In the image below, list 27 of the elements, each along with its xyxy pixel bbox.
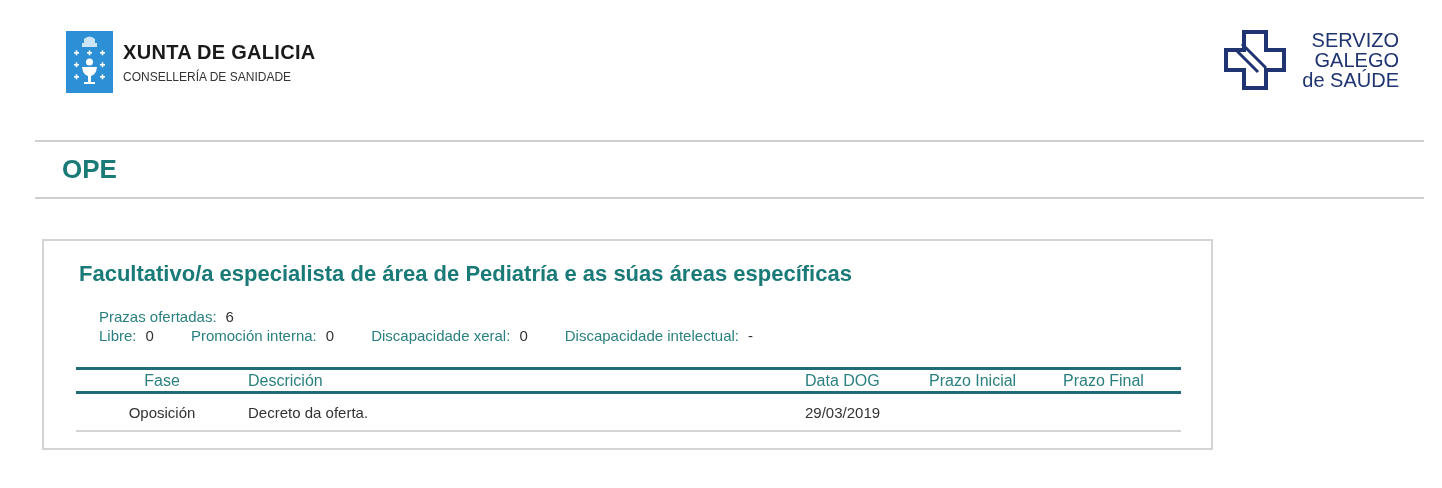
logo-subtitle: CONSELLERÍA DE SANIDADE [123, 69, 293, 84]
coat-of-arms-logo [66, 31, 113, 93]
logo-title: XUNTA DE GALICIA [123, 40, 316, 64]
column-header: Descrición [248, 371, 324, 390]
stat-value: 6 [225, 308, 234, 325]
stat-value: 0 [325, 327, 335, 344]
stat-value: 0 [519, 327, 528, 344]
logo-text: SERVIZO [1311, 30, 1399, 50]
stat-label: Prazas ofertadas: [99, 308, 217, 325]
cross-logo [1224, 30, 1287, 90]
column-header: Prazo Final [1063, 371, 1145, 390]
stat-label: Discapacidade intelectual: [564, 327, 739, 344]
logo-text: GALEGO [1314, 50, 1399, 70]
page-title: OPE [62, 154, 117, 185]
stat-value: 0 [145, 327, 154, 344]
column-header: Fase [143, 371, 181, 390]
stat-label: Libre: [99, 327, 137, 344]
table-cell-text: Decreto da oferta. [248, 403, 370, 421]
position-title: Facultativo/a especialista de área de Pediatría e as súas áreas específicas [79, 261, 853, 287]
column-header: Data DOG [805, 371, 881, 390]
logo-text: de SAÚDE [1302, 70, 1399, 90]
table-cell-text: Oposición [127, 403, 197, 421]
table-cell-text: 29/03/2019 [805, 403, 882, 421]
stat-label: Discapacidade xeral: [371, 327, 511, 344]
stat-value: - [748, 327, 753, 344]
column-header: Prazo Inicial [929, 371, 1018, 390]
stat-label: Promoción interna: [190, 327, 317, 344]
